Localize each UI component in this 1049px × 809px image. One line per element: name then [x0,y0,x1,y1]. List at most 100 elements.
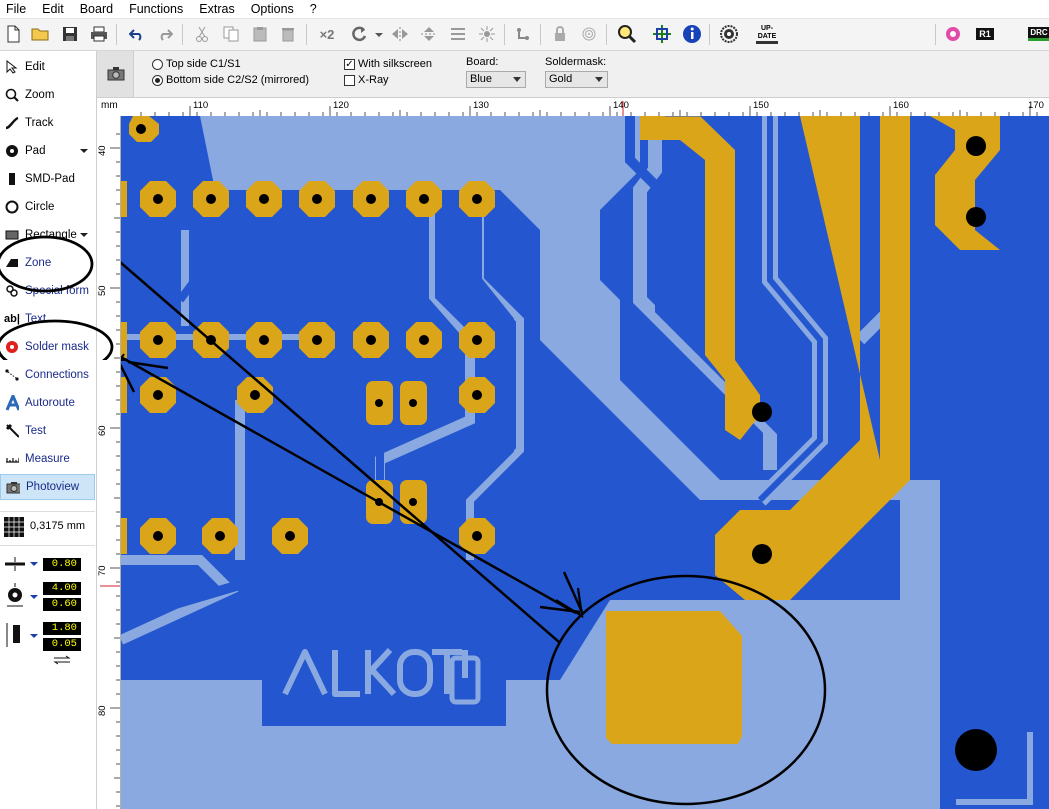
pad-icon [5,144,19,158]
ruler-left-label-70: 70 [97,565,108,576]
pad-drill-field[interactable]: 0.60 [43,598,81,611]
undo-icon[interactable] [126,23,148,45]
ruler-top-label-150: 150 [753,100,769,111]
menu-functions[interactable]: Functions [121,0,191,18]
fingerprint-icon[interactable] [578,23,600,45]
smd-width-field[interactable]: 1.80 [43,622,81,635]
cut-icon[interactable] [191,23,213,45]
smd-height-field[interactable]: 0.05 [43,638,81,651]
group-icon[interactable] [512,23,534,45]
snap-icon[interactable] [476,23,498,45]
rotate-dropdown-icon[interactable] [375,33,383,37]
ruler-left-label-60: 60 [97,425,108,436]
redo-icon[interactable] [154,23,176,45]
info-icon[interactable] [681,23,703,45]
menu-bar: File Edit Board Functions Extras Options… [0,0,1049,19]
soldermask-color-label: Soldermask: [545,56,607,68]
bottom-side-radio[interactable]: Bottom side C2/S2 (mirrored) [152,74,309,86]
circle-icon [5,200,19,214]
rectangle-dropdown-icon[interactable] [80,233,88,237]
pink-disc-icon[interactable] [942,23,964,45]
menu-file[interactable]: File [0,0,34,18]
crosshair-icon[interactable] [651,23,673,45]
grid-size-value[interactable]: 0,3175 mm [30,520,85,532]
xray-checkbox[interactable]: X-Ray [344,74,389,86]
sidebar-item-zone[interactable]: Zone [0,250,95,276]
tool-sidebar: Edit Zoom Track Pad SMD-Pad Circle Recta… [0,51,97,809]
rotate-icon[interactable] [348,23,370,45]
lock-icon[interactable] [549,23,571,45]
sidebar-item-pad[interactable]: Pad [0,138,95,164]
sidebar-item-connections[interactable]: Connections [0,362,95,388]
solder-mask-zone [606,611,742,744]
camera-icon [6,480,20,494]
pad-size-dropdown-icon[interactable] [30,595,38,599]
solder-mask-icon [5,340,19,354]
sidebar-item-text[interactable]: ab| Text [0,306,95,332]
pad-outer-diameter-field[interactable]: 4.00 [43,582,81,595]
rectangle-icon [5,228,19,242]
sidebar-item-track[interactable]: Track [0,110,95,136]
print-icon[interactable] [88,23,110,45]
sidebar-item-autoroute[interactable]: Autoroute [0,390,95,416]
cursor-arrow-icon [5,60,19,74]
zoom-magnifier-icon[interactable] [616,23,638,45]
smd-size-dropdown-icon[interactable] [30,634,38,638]
ruler-left-label-50: 50 [97,285,108,296]
menu-board[interactable]: Board [72,0,121,18]
special-form-icon [5,284,19,298]
sidebar-item-photoview[interactable]: Photoview [0,474,95,500]
pcb-board-render [121,116,1049,809]
ruler-top-label-160: 160 [893,100,909,111]
trash-icon[interactable] [277,23,299,45]
track-width-dropdown-icon[interactable] [30,562,38,566]
test-icon [5,423,19,438]
connections-icon [5,368,19,382]
grid-icon[interactable] [4,517,24,537]
r1-reference-button[interactable]: R1 [973,23,997,45]
menu-help[interactable]: ? [302,0,325,18]
ruler-top-label-120: 120 [333,100,349,111]
paste-icon[interactable] [249,23,271,45]
sidebar-item-edit[interactable]: Edit [0,54,95,80]
soldermask-color-select[interactable]: Gold [545,71,608,88]
track-width-field[interactable]: 0.80 [43,558,81,571]
pcb-photoview-canvas[interactable] [121,116,1049,809]
swap-icon[interactable] [52,654,72,668]
chevron-down-icon [513,77,521,82]
mirror-vertical-icon[interactable] [418,23,440,45]
ruler-top-label-140: 140 [613,100,629,111]
sidebar-item-test[interactable]: Test [0,418,95,444]
board-color-select[interactable]: Blue [466,71,526,88]
new-file-icon[interactable] [2,23,24,45]
align-icon[interactable] [447,23,469,45]
sidebar-item-rectangle[interactable]: Rectangle [0,222,95,248]
menu-options[interactable]: Options [243,0,302,18]
ruler-horizontal: mm 110 120 130 140 150 160 170 [97,98,1049,117]
save-icon[interactable] [59,23,81,45]
pad-dropdown-icon[interactable] [80,149,88,153]
menu-edit[interactable]: Edit [34,0,72,18]
open-folder-icon[interactable] [30,23,52,45]
sidebar-item-measure[interactable]: Measure [0,446,95,472]
sidebar-item-smd-pad[interactable]: SMD-Pad [0,166,95,192]
sidebar-item-special-form[interactable]: Special form [0,278,95,304]
photoview-camera-icon [107,65,125,84]
with-silkscreen-checkbox[interactable]: ✓ With silkscreen [344,58,432,70]
sidebar-item-zoom[interactable]: Zoom [0,82,95,108]
ruler-top-label-170: 170 [1028,100,1044,111]
autoroute-icon [5,395,19,411]
drc-button[interactable]: DRC [1027,23,1049,45]
update-button[interactable]: UP-DATE [754,23,780,45]
track-icon [5,116,19,130]
sidebar-item-circle[interactable]: Circle [0,194,95,220]
component-library-icon[interactable] [718,23,740,45]
top-side-radio[interactable]: Top side C1/S1 [152,58,241,70]
mirror-horizontal-icon[interactable] [389,23,411,45]
menu-extras[interactable]: Extras [191,0,242,18]
copy-icon[interactable] [220,23,242,45]
ruler-top-label-130: 130 [473,100,489,111]
smd-pad-icon [5,172,19,186]
sidebar-item-solder-mask[interactable]: Solder mask [0,334,95,360]
duplicate-x2-icon[interactable]: ×2 [315,23,339,45]
